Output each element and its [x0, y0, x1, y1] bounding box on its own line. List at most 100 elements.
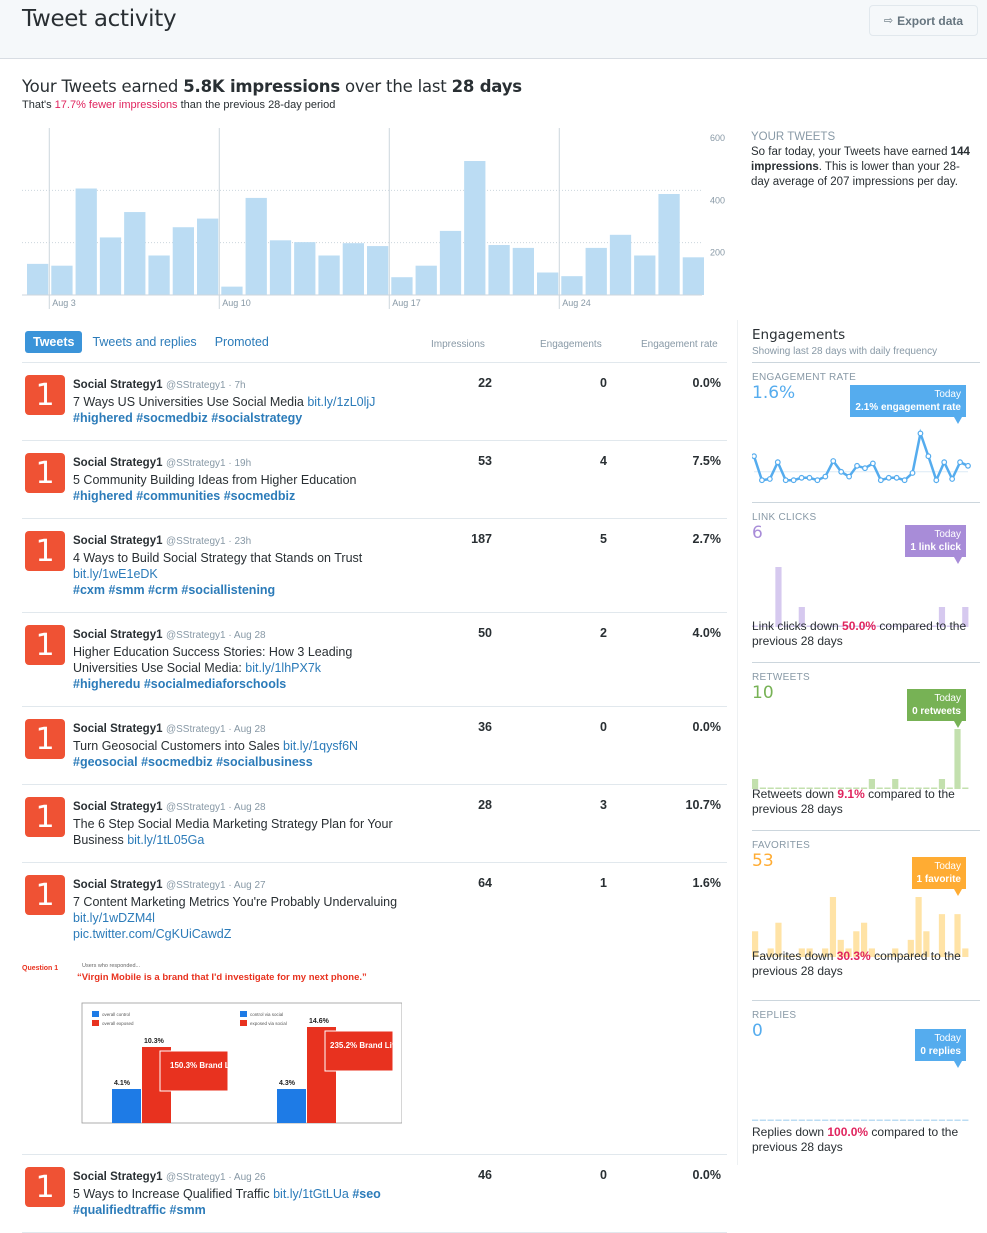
avatar[interactable]: 1 [25, 875, 65, 915]
avatar[interactable]: 1 [25, 453, 65, 493]
rate-point[interactable] [790, 477, 797, 484]
rate-point[interactable] [901, 477, 908, 484]
impression-bar[interactable] [537, 272, 559, 295]
impression-bar[interactable] [27, 263, 49, 295]
rate-point[interactable] [965, 462, 971, 469]
impression-bar[interactable] [342, 243, 364, 295]
tweet-link[interactable]: bit.ly/1lhPX7k [245, 661, 321, 675]
tweet-row[interactable]: 1 Social Strategy1 @SStrategy1 · Aug 26 5 … [22, 1155, 727, 1233]
daily-bar[interactable] [923, 1119, 930, 1122]
rate-point[interactable] [933, 477, 940, 484]
daily-bar[interactable] [853, 1119, 860, 1122]
impression-bar[interactable] [197, 218, 219, 295]
avatar[interactable]: 1 [25, 797, 65, 837]
column-engagements[interactable]: Engagements [540, 339, 602, 350]
daily-bar[interactable] [946, 1119, 953, 1122]
impression-bar[interactable] [585, 247, 607, 295]
impression-bar[interactable] [391, 277, 413, 295]
tweet-author[interactable]: Social Strategy1 [73, 457, 162, 469]
daily-bar[interactable] [861, 1119, 868, 1122]
daily-bar[interactable] [954, 1119, 961, 1122]
impression-bar[interactable] [318, 255, 340, 295]
rate-point[interactable] [917, 430, 924, 437]
impression-bar[interactable] [561, 276, 583, 295]
column-impressions[interactable]: Impressions [431, 339, 485, 350]
daily-bar[interactable] [876, 1119, 883, 1122]
tweet-row[interactable]: 1 Social Strategy1 @SStrategy1 · 7h 7 Ways… [22, 363, 727, 441]
daily-bar[interactable] [822, 1119, 829, 1122]
daily-bar[interactable] [783, 1119, 790, 1122]
impression-bar[interactable] [682, 257, 704, 295]
tweet-hashtags[interactable]: #cxm #smm #crm #sociallistening [73, 582, 403, 598]
tweet-author[interactable]: Social Strategy1 [73, 629, 162, 641]
rate-point[interactable] [752, 453, 757, 460]
tweet-hashtags[interactable]: #highered #communities #socmedbiz [73, 488, 403, 504]
avatar[interactable]: 1 [25, 375, 65, 415]
tweet-hashtags[interactable]: #highered #socmedbiz #socialstrategy [73, 410, 403, 426]
avatar[interactable]: 1 [25, 531, 65, 571]
daily-bar[interactable] [837, 1119, 844, 1122]
rate-point[interactable] [830, 458, 837, 464]
tweet-pic-link[interactable]: pic.twitter.com/CgKUiCawdZ [73, 926, 403, 942]
tweet-author[interactable]: Social Strategy1 [73, 801, 162, 813]
daily-bar[interactable] [899, 1119, 907, 1122]
rate-point[interactable] [838, 468, 845, 475]
tweet-author[interactable]: Social Strategy1 [73, 379, 162, 391]
rate-point[interactable] [774, 459, 781, 466]
avatar[interactable]: 1 [25, 625, 65, 665]
daily-bar[interactable] [915, 897, 922, 957]
impression-bar[interactable] [634, 255, 656, 295]
rate-point[interactable] [862, 465, 868, 472]
impression-bar[interactable] [488, 245, 510, 295]
tweet-author[interactable]: Social Strategy1 [73, 1171, 162, 1183]
rate-point[interactable] [814, 477, 821, 484]
tab-tweets-and-replies[interactable]: Tweets and replies [84, 331, 204, 353]
daily-bar[interactable] [954, 729, 961, 789]
daily-bar[interactable] [790, 1119, 798, 1122]
tweet-hashtag[interactable]: #seo [352, 1187, 381, 1201]
daily-bar[interactable] [806, 1119, 813, 1122]
impression-bar[interactable] [124, 212, 146, 295]
daily-bar[interactable] [938, 1119, 946, 1122]
rate-point[interactable] [854, 462, 860, 469]
impression-bar[interactable] [245, 197, 267, 295]
rate-point[interactable] [925, 453, 932, 460]
tab-promoted[interactable]: Promoted [207, 331, 277, 353]
export-data-button[interactable]: ⇨ Export data [869, 5, 978, 36]
daily-bar[interactable] [775, 567, 782, 627]
avatar[interactable]: 1 [25, 719, 65, 759]
impression-bar[interactable] [221, 286, 243, 295]
tweet-row[interactable]: 1 Social Strategy1 @SStrategy1 · 23h 4 Way… [22, 519, 727, 613]
impression-bar[interactable] [609, 234, 632, 295]
tweet-hashtags[interactable]: #geosocial #socmedbiz #socialbusiness [73, 754, 403, 770]
tweet-row[interactable]: 1 Social Strategy1 @SStrategy1 · Aug 28 Hi… [22, 613, 727, 707]
tweet-row[interactable]: 1 Social Strategy1 @SStrategy1 · Aug 27 7 … [22, 863, 727, 1155]
tweet-link[interactable]: bit.ly/1wDZM4l [73, 911, 155, 925]
tweet-author[interactable]: Social Strategy1 [73, 535, 162, 547]
rate-point[interactable] [806, 474, 813, 481]
impression-bar[interactable] [367, 246, 389, 295]
tweet-hashtags[interactable]: #qualifiedtraffic #smm [73, 1202, 403, 1218]
tab-tweets[interactable]: Tweets [25, 331, 83, 353]
daily-bar[interactable] [767, 1119, 774, 1122]
daily-bar[interactable] [829, 1119, 837, 1122]
daily-bar[interactable] [915, 1119, 922, 1122]
rate-point[interactable] [885, 474, 892, 481]
daily-bar[interactable] [752, 1119, 759, 1122]
rate-point[interactable] [941, 459, 948, 466]
daily-bar[interactable] [798, 1119, 805, 1122]
impression-bar[interactable] [439, 230, 462, 295]
rate-point[interactable] [877, 477, 884, 484]
rate-point[interactable] [846, 473, 853, 480]
rate-point[interactable] [798, 474, 805, 481]
impression-bar[interactable] [658, 193, 680, 295]
rate-point[interactable] [893, 474, 900, 481]
column-engagement-rate[interactable]: Engagement rate [641, 339, 718, 350]
daily-bar[interactable] [868, 1119, 875, 1122]
tweet-link[interactable]: bit.ly/1qysf6N [283, 739, 358, 753]
impression-bar[interactable] [415, 265, 437, 295]
rate-point[interactable] [766, 476, 773, 482]
rate-point[interactable] [909, 470, 916, 476]
daily-bar[interactable] [759, 1119, 766, 1122]
impression-bar[interactable] [51, 265, 73, 295]
